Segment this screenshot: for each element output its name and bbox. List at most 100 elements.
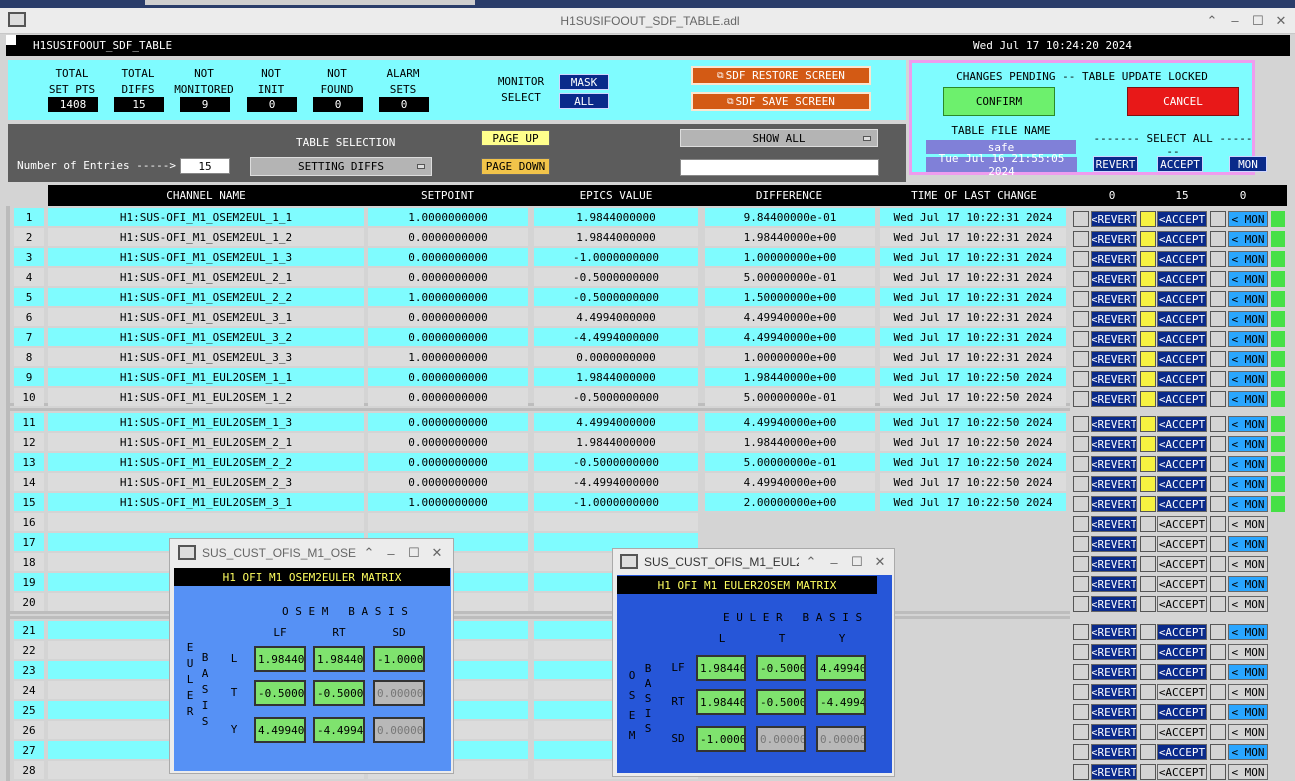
mon-button[interactable]: < MON xyxy=(1228,764,1268,780)
revert-button[interactable]: <REVERT xyxy=(1091,744,1137,760)
revert-button[interactable]: <REVERT xyxy=(1091,211,1137,227)
revert-button[interactable]: <REVERT xyxy=(1091,391,1137,407)
mon-checkbox[interactable] xyxy=(1210,764,1226,780)
revert-checkbox[interactable] xyxy=(1073,516,1089,532)
revert-checkbox[interactable] xyxy=(1073,371,1089,387)
accept-button[interactable]: <ACCEPT xyxy=(1157,516,1207,532)
accept-button[interactable]: <ACCEPT xyxy=(1157,436,1207,452)
accept-checkbox[interactable] xyxy=(1140,416,1156,432)
mon-checkbox[interactable] xyxy=(1210,271,1226,287)
accept-checkbox[interactable] xyxy=(1140,436,1156,452)
revert-checkbox[interactable] xyxy=(1073,456,1089,472)
accept-button[interactable]: <ACCEPT xyxy=(1157,664,1207,680)
matrix-field[interactable]: -0.5000 xyxy=(313,680,365,706)
revert-button[interactable]: <REVERT xyxy=(1091,231,1137,247)
accept-checkbox[interactable] xyxy=(1140,391,1156,407)
revert-button[interactable]: <REVERT xyxy=(1091,291,1137,307)
revert-button[interactable]: <REVERT xyxy=(1091,644,1137,660)
mon-checkbox[interactable] xyxy=(1210,496,1226,512)
mon-checkbox[interactable] xyxy=(1210,644,1226,660)
matrix-field[interactable]: -0.5000 xyxy=(756,655,806,681)
matrix-field[interactable]: -4.4994 xyxy=(816,689,866,715)
mon-checkbox[interactable] xyxy=(1210,436,1226,452)
mon-button[interactable]: < MON xyxy=(1228,516,1268,532)
mon-button[interactable]: < MON xyxy=(1228,391,1268,407)
accept-checkbox[interactable] xyxy=(1140,456,1156,472)
accept-checkbox[interactable] xyxy=(1140,556,1156,572)
maximize-icon[interactable]: ☐ xyxy=(849,549,865,575)
revert-checkbox[interactable] xyxy=(1073,596,1089,612)
mon-checkbox[interactable] xyxy=(1210,536,1226,552)
accept-checkbox[interactable] xyxy=(1140,311,1156,327)
revert-checkbox[interactable] xyxy=(1073,476,1089,492)
mon-button[interactable]: < MON xyxy=(1228,231,1268,247)
mon-button[interactable]: < MON xyxy=(1228,624,1268,640)
revert-button[interactable]: <REVERT xyxy=(1091,516,1137,532)
accept-button[interactable]: <ACCEPT xyxy=(1157,416,1207,432)
page-up-button[interactable]: PAGE UP xyxy=(481,130,550,146)
accept-checkbox[interactable] xyxy=(1140,251,1156,267)
accept-button[interactable]: <ACCEPT xyxy=(1157,456,1207,472)
accept-checkbox[interactable] xyxy=(1140,664,1156,680)
mon-checkbox[interactable] xyxy=(1210,476,1226,492)
revert-checkbox[interactable] xyxy=(1073,724,1089,740)
mon-checkbox[interactable] xyxy=(1210,704,1226,720)
accept-checkbox[interactable] xyxy=(1140,644,1156,660)
matrix-field[interactable]: -4.4994 xyxy=(313,717,365,743)
accept-button[interactable]: <ACCEPT xyxy=(1157,556,1207,572)
accept-button[interactable]: <ACCEPT xyxy=(1157,311,1207,327)
maximize-icon[interactable]: ☐ xyxy=(406,539,422,567)
revert-button[interactable]: <REVERT xyxy=(1091,576,1137,592)
revert-button[interactable]: <REVERT xyxy=(1091,596,1137,612)
chevron-up-icon[interactable]: ⌃ xyxy=(803,549,819,575)
mon-button[interactable]: < MON xyxy=(1228,271,1268,287)
revert-button[interactable]: <REVERT xyxy=(1091,704,1137,720)
mon-checkbox[interactable] xyxy=(1210,251,1226,267)
mon-checkbox[interactable] xyxy=(1210,391,1226,407)
mon-checkbox[interactable] xyxy=(1210,664,1226,680)
mon-checkbox[interactable] xyxy=(1210,291,1226,307)
accept-button[interactable]: <ACCEPT xyxy=(1157,536,1207,552)
accept-button[interactable]: <ACCEPT xyxy=(1157,211,1207,227)
accept-button[interactable]: <ACCEPT xyxy=(1157,744,1207,760)
accept-button[interactable]: <ACCEPT xyxy=(1157,724,1207,740)
revert-checkbox[interactable] xyxy=(1073,764,1089,780)
matrix-field[interactable]: 1.98440 xyxy=(313,646,365,672)
accept-button[interactable]: <ACCEPT xyxy=(1157,684,1207,700)
revert-checkbox[interactable] xyxy=(1073,211,1089,227)
cancel-button[interactable]: CANCEL xyxy=(1127,87,1239,116)
close-icon[interactable]: ✕ xyxy=(872,549,888,575)
mon-checkbox[interactable] xyxy=(1210,211,1226,227)
revert-checkbox[interactable] xyxy=(1073,744,1089,760)
accept-checkbox[interactable] xyxy=(1140,516,1156,532)
matrix-field[interactable]: -0.5000 xyxy=(254,680,306,706)
revert-checkbox[interactable] xyxy=(1073,496,1089,512)
accept-checkbox[interactable] xyxy=(1140,211,1156,227)
accept-checkbox[interactable] xyxy=(1140,331,1156,347)
revert-button[interactable]: <REVERT xyxy=(1091,251,1137,267)
accept-checkbox[interactable] xyxy=(1140,231,1156,247)
accept-button[interactable]: <ACCEPT xyxy=(1157,251,1207,267)
mon-button[interactable]: < MON xyxy=(1228,351,1268,367)
mon-button[interactable]: < MON xyxy=(1228,496,1268,512)
mon-button[interactable]: < MON xyxy=(1228,596,1268,612)
page-down-button[interactable]: PAGE DOWN xyxy=(481,158,550,175)
accept-button[interactable]: <ACCEPT xyxy=(1157,624,1207,640)
revert-checkbox[interactable] xyxy=(1073,331,1089,347)
mon-checkbox[interactable] xyxy=(1210,331,1226,347)
revert-checkbox[interactable] xyxy=(1073,271,1089,287)
accept-button[interactable]: <ACCEPT xyxy=(1157,476,1207,492)
revert-button[interactable]: <REVERT xyxy=(1091,684,1137,700)
mon-checkbox[interactable] xyxy=(1210,416,1226,432)
accept-button[interactable]: <ACCEPT xyxy=(1157,231,1207,247)
revert-button[interactable]: <REVERT xyxy=(1091,624,1137,640)
accept-checkbox[interactable] xyxy=(1140,624,1156,640)
mon-checkbox[interactable] xyxy=(1210,311,1226,327)
mon-checkbox[interactable] xyxy=(1210,596,1226,612)
window-titlebar[interactable]: H1SUSIFOOUT_SDF_TABLE.adl ⌃ – ☐ ✕ xyxy=(0,8,1295,34)
matrix-field[interactable]: 1.98440 xyxy=(254,646,306,672)
revert-button[interactable]: <REVERT xyxy=(1091,496,1137,512)
mon-checkbox[interactable] xyxy=(1210,576,1226,592)
revert-checkbox[interactable] xyxy=(1073,684,1089,700)
accept-button[interactable]: <ACCEPT xyxy=(1157,331,1207,347)
